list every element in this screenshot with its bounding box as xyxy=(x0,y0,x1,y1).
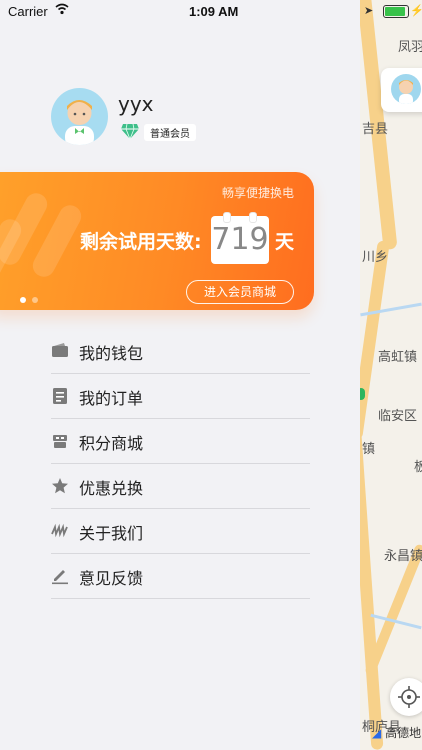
menu-item-label: 关于我们 xyxy=(79,524,144,543)
battery-icon xyxy=(383,5,409,18)
order-icon xyxy=(53,388,67,404)
feedback-icon xyxy=(52,570,68,585)
username: yyx xyxy=(118,92,154,116)
menu-item-label: 意见反馈 xyxy=(79,569,144,588)
page-dot[interactable] xyxy=(32,297,38,303)
trial-days-unit: 天 xyxy=(275,231,295,253)
menu-item-points-mall[interactable]: 积分商城 xyxy=(51,419,310,464)
locate-button[interactable] xyxy=(390,678,422,716)
map-logo: ◢ 高德地 xyxy=(372,724,421,741)
points-mall-icon xyxy=(53,435,67,448)
trial-days-value: 719 xyxy=(211,222,269,257)
map-place-label: 板 xyxy=(414,460,422,475)
avatar-icon xyxy=(391,74,421,104)
charging-icon: ⚡ xyxy=(410,5,422,17)
locate-icon xyxy=(398,686,420,708)
map-view[interactable]: 凤羽 吉县 川乡 高虹镇 临安区 镇 板 永昌镇 桐庐县 ◢ 高德地 xyxy=(360,0,422,750)
gaode-logo-icon: ◢ xyxy=(372,726,382,740)
map-place-label: 镇 xyxy=(362,442,376,457)
map-place-label: 吉县 xyxy=(362,122,389,137)
member-level-label: 普通会员 xyxy=(144,124,196,141)
menu-item-coupon-exchange[interactable]: 优惠兑换 xyxy=(51,464,310,509)
map-marker-icon[interactable] xyxy=(360,388,365,400)
trial-days-label: 剩余试用天数: xyxy=(80,231,202,253)
trial-card[interactable]: 畅享便捷换电 剩余试用天数: 719 天 进入会员商城 xyxy=(0,172,314,310)
carrier-label: Carrier xyxy=(8,4,48,19)
calendar-icon: 719 xyxy=(211,212,269,264)
map-place-label: 临安区 xyxy=(378,409,418,424)
map-place-label: 永昌镇 xyxy=(384,549,422,564)
menu-item-label: 我的订单 xyxy=(79,389,144,408)
avatar[interactable] xyxy=(51,88,108,145)
page-indicator[interactable] xyxy=(20,288,44,307)
map-place-label: 川乡 xyxy=(362,250,389,265)
menu-item-label: 积分商城 xyxy=(79,434,144,453)
star-icon xyxy=(52,478,68,494)
diamond-icon xyxy=(121,123,139,140)
map-user-marker[interactable] xyxy=(381,68,422,112)
avatar-icon xyxy=(65,100,94,145)
menu-item-feedback[interactable]: 意见反馈 xyxy=(51,554,310,599)
map-place-label: 高虹镇 xyxy=(378,350,418,365)
clock: 1:09 AM xyxy=(189,4,239,19)
wallet-icon xyxy=(52,343,68,357)
menu-item-about-us[interactable]: 关于我们 xyxy=(51,509,310,554)
map-road xyxy=(360,419,384,750)
map-place-label: 凤羽 xyxy=(398,40,422,55)
card-hint: 畅享便捷换电 xyxy=(221,186,294,200)
menu-item-label: 我的钱包 xyxy=(79,344,144,363)
side-menu: 我的钱包 我的订单 积分商城 优惠兑换 关于我们 意见反馈 xyxy=(51,329,310,599)
menu-item-label: 优惠兑换 xyxy=(79,479,144,498)
about-icon xyxy=(51,523,68,538)
map-logo-text: 高德地 xyxy=(385,726,422,740)
wifi-icon xyxy=(55,3,69,15)
page-dot[interactable] xyxy=(20,297,26,303)
status-bar: Carrier 1:09 AM ➤ ⚡ xyxy=(0,0,422,24)
member-mall-button[interactable]: 进入会员商城 xyxy=(186,280,294,304)
location-arrow-icon: ➤ xyxy=(364,5,374,17)
menu-item-orders[interactable]: 我的订单 xyxy=(51,374,310,419)
menu-item-wallet[interactable]: 我的钱包 xyxy=(51,329,310,374)
